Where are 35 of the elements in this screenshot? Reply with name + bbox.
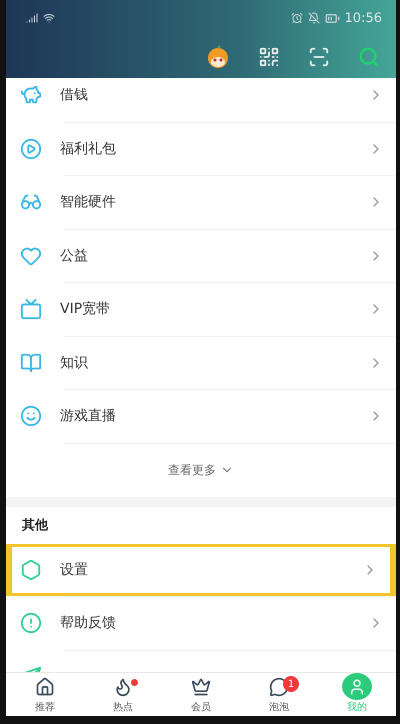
show-more-button[interactable]: 查看更多 — [6, 444, 396, 496]
heart-icon — [20, 244, 42, 267]
tv-icon — [20, 298, 42, 320]
book-icon — [20, 352, 42, 374]
count-badge: 1 — [283, 676, 299, 692]
menu-item[interactable]: 游戏直播 — [6, 390, 396, 442]
alarm-icon — [290, 12, 303, 24]
alert-icon — [20, 612, 42, 634]
menu-item[interactable]: 公益 — [6, 230, 396, 282]
menu-item[interactable]: 智能硬件 — [6, 176, 396, 228]
signal-icon — [26, 12, 38, 24]
bell-off-icon — [308, 12, 320, 24]
status-time: 10:56 — [344, 10, 382, 26]
tab[interactable]: 推荐 — [6, 673, 84, 716]
menu-item[interactable]: 借钱 — [6, 78, 396, 122]
qr-code-icon[interactable] — [258, 46, 280, 68]
play-icon — [20, 138, 42, 160]
menu-item[interactable]: 帮助反馈 — [6, 597, 396, 650]
mascot-avatar[interactable] — [206, 45, 230, 69]
tab[interactable]: 1 泡泡 — [240, 673, 318, 716]
tab[interactable]: 会员 — [162, 673, 240, 716]
menu-item[interactable]: 知识 — [6, 336, 396, 389]
chat-icon — [269, 677, 289, 697]
tab[interactable]: 热点 — [84, 673, 162, 716]
scan-icon[interactable] — [308, 46, 330, 68]
section-title: 其他 — [21, 517, 50, 535]
menu-item[interactable]: 设置 — [6, 544, 396, 596]
home-icon — [35, 677, 55, 697]
settings-icon — [20, 558, 42, 581]
smile-icon — [20, 405, 42, 428]
menu-item[interactable]: VIP宽带 — [6, 283, 396, 336]
piggy-bank-icon — [20, 84, 42, 106]
crown-icon — [191, 677, 211, 697]
menu-item[interactable]: 福利礼包 — [6, 122, 396, 175]
user-icon — [348, 678, 366, 696]
